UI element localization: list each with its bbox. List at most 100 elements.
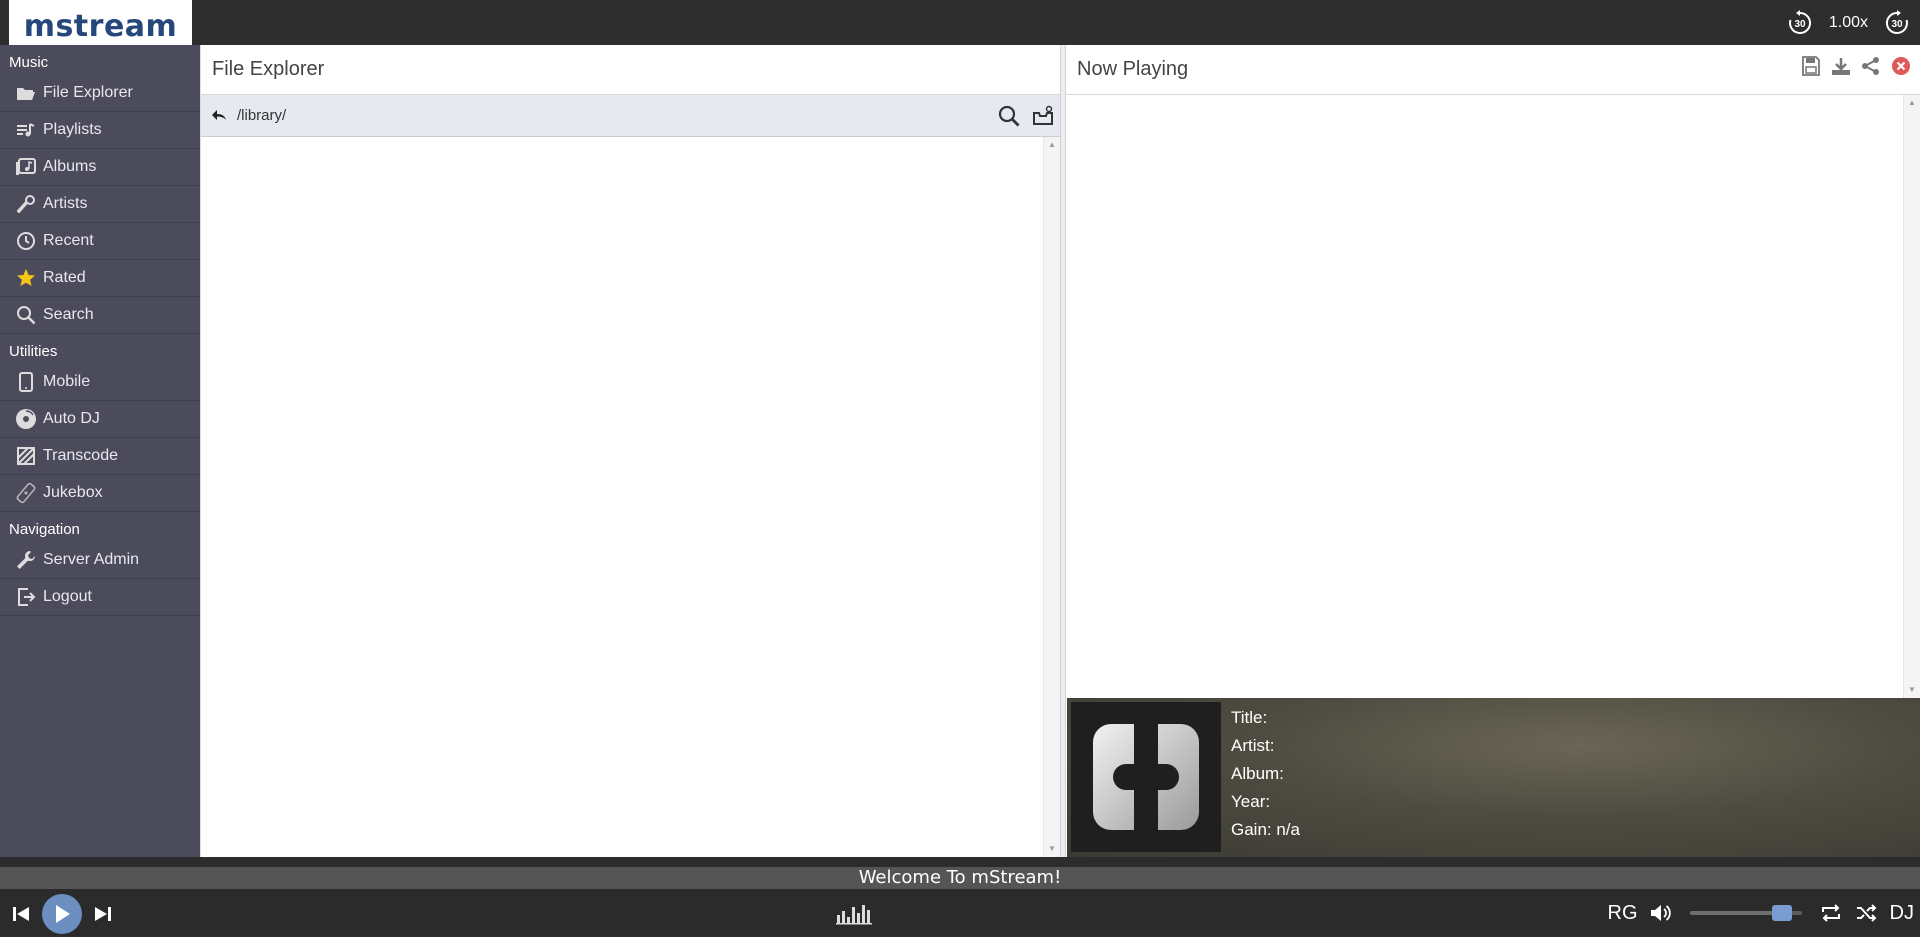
sidebar-item-logout[interactable]: Logout bbox=[0, 579, 200, 616]
sidebar-item-playlists[interactable]: Playlists bbox=[0, 112, 200, 149]
download-icon bbox=[1832, 58, 1850, 75]
sidebar-item-recent[interactable]: Recent bbox=[0, 223, 200, 260]
sidebar-item-label: Auto DJ bbox=[43, 410, 100, 427]
section-title-music: Music bbox=[9, 54, 49, 71]
search-icon bbox=[998, 105, 1020, 127]
remote-icon bbox=[14, 482, 38, 504]
sidebar-item-jukebox[interactable]: Jukebox bbox=[0, 475, 200, 512]
scroll-up-arrow[interactable]: ▲ bbox=[1904, 95, 1920, 111]
sidebar-item-server-admin[interactable]: Server Admin bbox=[0, 542, 200, 579]
logout-icon bbox=[14, 586, 38, 608]
folder-open-icon bbox=[14, 82, 38, 104]
sidebar-item-auto-dj[interactable]: Auto DJ bbox=[0, 401, 200, 438]
album-art bbox=[1071, 702, 1221, 852]
metadata-lines: Title: Artist: Album: Year: Gain: n/a bbox=[1231, 704, 1300, 844]
inbox-add-icon bbox=[1033, 105, 1053, 125]
sidebar-item-label: Recent bbox=[43, 232, 94, 249]
volume-thumb[interactable] bbox=[1772, 905, 1793, 921]
next-button[interactable] bbox=[90, 896, 116, 932]
file-explorer-panel: File Explorer /library/ ▲ ▼ bbox=[200, 45, 1060, 857]
wrench-icon bbox=[14, 549, 38, 571]
sidebar: Music File Explorer Playlists Albums Art… bbox=[0, 45, 200, 857]
star-icon bbox=[14, 267, 38, 289]
mstream-logo-icon bbox=[1093, 724, 1199, 830]
top-controls: 30 1.00x 30 bbox=[1785, 8, 1912, 38]
sidebar-item-file-explorer[interactable]: File Explorer bbox=[0, 75, 200, 112]
sidebar-item-artists[interactable]: Artists bbox=[0, 186, 200, 223]
scroll-down-arrow[interactable]: ▼ bbox=[1044, 841, 1060, 857]
search-icon bbox=[14, 304, 38, 326]
sidebar-item-label: Mobile bbox=[43, 373, 91, 390]
repeat-button[interactable] bbox=[1818, 895, 1844, 931]
scroll-down-arrow[interactable]: ▼ bbox=[1904, 682, 1920, 698]
section-title-utilities: Utilities bbox=[9, 343, 58, 360]
sidebar-item-label: Jukebox bbox=[43, 484, 103, 501]
repeat-icon bbox=[1821, 904, 1840, 922]
meta-year: Year: bbox=[1231, 792, 1271, 811]
visualizer-button[interactable] bbox=[836, 901, 874, 925]
queue-scrollbar[interactable]: ▲ ▼ bbox=[1903, 95, 1920, 698]
sidebar-item-search[interactable]: Search bbox=[0, 297, 200, 334]
rewind-30-button[interactable]: 30 bbox=[1785, 8, 1815, 38]
disc-icon bbox=[14, 408, 38, 430]
forward-icon: 30 bbox=[1885, 10, 1908, 34]
sidebar-item-label: Search bbox=[43, 306, 94, 323]
playback-speed[interactable]: 1.00x bbox=[1829, 14, 1868, 32]
status-message: Welcome To mStream! bbox=[0, 867, 1920, 889]
sidebar-item-label: Transcode bbox=[43, 447, 118, 464]
file-explorer-title: File Explorer bbox=[201, 45, 1060, 95]
meta-gain: Gain: n/a bbox=[1231, 820, 1300, 839]
play-button[interactable] bbox=[42, 894, 82, 934]
volume-button[interactable] bbox=[1648, 895, 1674, 931]
playlist-icon bbox=[14, 119, 38, 141]
path-bar: /library/ bbox=[201, 95, 1060, 137]
shuffle-button[interactable] bbox=[1854, 895, 1880, 931]
sidebar-item-label: File Explorer bbox=[43, 84, 133, 101]
volume-icon bbox=[1650, 905, 1671, 921]
player-bar: RG DJ bbox=[0, 889, 1920, 937]
path-tools bbox=[996, 103, 1056, 129]
current-path: /library/ bbox=[237, 107, 287, 124]
queue-tools bbox=[1800, 55, 1912, 77]
mobile-icon bbox=[14, 371, 38, 393]
clock-icon bbox=[14, 230, 38, 252]
scroll-up-arrow[interactable]: ▲ bbox=[1044, 137, 1060, 153]
back-arrow-icon[interactable] bbox=[211, 108, 231, 124]
volume-slider[interactable] bbox=[1689, 905, 1802, 921]
sidebar-item-mobile[interactable]: Mobile bbox=[0, 364, 200, 401]
sidebar-item-label: Albums bbox=[43, 158, 97, 175]
sidebar-item-rated[interactable]: Rated bbox=[0, 260, 200, 297]
save-icon bbox=[1802, 56, 1820, 76]
sidebar-item-label: Rated bbox=[43, 269, 86, 286]
sidebar-item-label: Artists bbox=[43, 195, 88, 212]
clear-queue-button[interactable] bbox=[1890, 55, 1912, 77]
now-playing-title: Now Playing bbox=[1066, 45, 1920, 95]
share-queue-button[interactable] bbox=[1860, 55, 1882, 77]
meta-album: Album: bbox=[1231, 764, 1284, 783]
save-playlist-button[interactable] bbox=[1800, 55, 1822, 77]
album-icon bbox=[14, 156, 38, 178]
meta-title: Title: bbox=[1231, 708, 1268, 727]
search-files-button[interactable] bbox=[996, 103, 1022, 129]
top-bar: mstream 30 1.00x 30 bbox=[0, 0, 1920, 52]
replaygain-toggle[interactable]: RG bbox=[1608, 902, 1638, 925]
auto-dj-toggle[interactable]: DJ bbox=[1890, 902, 1914, 925]
sidebar-item-albums[interactable]: Albums bbox=[0, 149, 200, 186]
add-directory-button[interactable] bbox=[1030, 103, 1056, 129]
previous-button[interactable] bbox=[8, 896, 34, 932]
download-queue-button[interactable] bbox=[1830, 55, 1852, 77]
close-circle-icon bbox=[1892, 57, 1910, 75]
file-list-scrollbar[interactable]: ▲ ▼ bbox=[1043, 137, 1060, 857]
previous-icon bbox=[13, 907, 29, 921]
transport-controls bbox=[8, 894, 116, 934]
shuffle-icon bbox=[1856, 904, 1876, 922]
sidebar-item-label: Logout bbox=[43, 588, 92, 605]
microphone-icon bbox=[14, 193, 38, 215]
forward-30-button[interactable]: 30 bbox=[1882, 8, 1912, 38]
rewind-icon: 30 bbox=[1788, 10, 1811, 34]
sidebar-item-transcode[interactable]: Transcode bbox=[0, 438, 200, 475]
player-options: RG DJ bbox=[1608, 895, 1914, 931]
sidebar-item-label: Playlists bbox=[43, 121, 102, 138]
share-icon bbox=[1862, 57, 1879, 75]
section-title-navigation: Navigation bbox=[9, 521, 80, 538]
